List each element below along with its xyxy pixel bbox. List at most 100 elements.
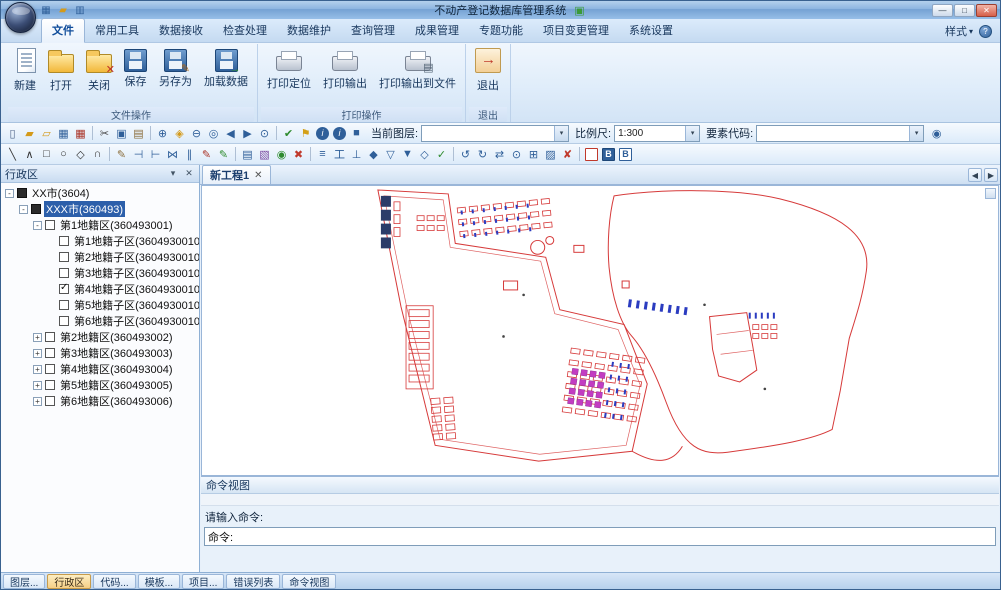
tree-node[interactable]: +第4地籍区(360493004) xyxy=(1,361,199,377)
maximize-button[interactable]: □ xyxy=(954,4,975,17)
undo-icon[interactable]: ↺ xyxy=(457,146,474,162)
pan-icon[interactable]: ◈ xyxy=(171,125,188,141)
ribbon-tab-data-receive[interactable]: 数据接收 xyxy=(149,19,213,42)
ribbon-tab-check-process[interactable]: 检查处理 xyxy=(213,19,277,42)
move-icon[interactable]: ⇄ xyxy=(491,146,508,162)
tab-scroll-right-icon[interactable]: ▶ xyxy=(984,168,998,182)
close-button[interactable]: ✕ xyxy=(976,4,997,17)
save-icon[interactable]: ▦ xyxy=(55,125,72,141)
snap-vertex-icon[interactable]: ▽ xyxy=(382,146,399,162)
boundary-color-swatch[interactable] xyxy=(585,148,598,161)
draw-polygon-icon[interactable]: ◇ xyxy=(72,146,89,162)
tree-node[interactable]: +第3地籍区(360493003) xyxy=(1,345,199,361)
tree-checkbox[interactable] xyxy=(59,268,69,278)
tree-node[interactable]: 第4地籍子区(360493001004) xyxy=(1,281,199,297)
tree-checkbox[interactable] xyxy=(59,284,69,294)
node-edit-icon[interactable]: ✎ xyxy=(113,146,130,162)
draw-arc-icon[interactable]: ∩ xyxy=(89,146,106,162)
print-to-file-button[interactable]: ▤打印输出到文件 xyxy=(373,44,462,92)
status-tab-projects[interactable]: 项目... xyxy=(182,574,224,589)
ribbon-tab-project-change[interactable]: 项目变更管理 xyxy=(533,19,619,42)
extend-icon[interactable]: ⊣ xyxy=(130,146,147,162)
zoom-window-icon[interactable]: ⊙ xyxy=(256,125,273,141)
scale-combo[interactable]: 1:300 ▾ xyxy=(614,125,700,142)
new-button[interactable]: 新建 xyxy=(8,44,42,94)
tree-node[interactable]: 第5地籍子区(360493001005) xyxy=(1,297,199,313)
application-menu-orb[interactable] xyxy=(5,2,36,33)
tree-node[interactable]: -第1地籍区(360493001) xyxy=(1,217,199,233)
tree-checkbox[interactable] xyxy=(45,220,55,230)
paste-icon[interactable]: ▤ xyxy=(130,125,147,141)
zoom-out-icon[interactable]: ⊖ xyxy=(188,125,205,141)
expand-icon[interactable]: + xyxy=(33,365,42,374)
map-canvas[interactable] xyxy=(201,185,999,476)
status-tab-admin-region[interactable]: 行政区 xyxy=(47,574,91,589)
document-tab[interactable]: 新工程1 ✕ xyxy=(202,165,271,184)
rotate-icon[interactable]: ⊙ xyxy=(508,146,525,162)
open-quick-icon[interactable]: ▰ xyxy=(56,3,70,17)
feature-code-combo[interactable]: ▾ xyxy=(756,125,924,142)
exit-button[interactable]: 退出 xyxy=(469,44,507,94)
tree-node[interactable]: -XX市(3604) xyxy=(1,185,199,201)
hatch-icon[interactable]: ▨ xyxy=(542,146,559,162)
split-icon[interactable]: ⋈ xyxy=(164,146,181,162)
tab-scroll-left-icon[interactable]: ◀ xyxy=(968,168,982,182)
tree-node[interactable]: 第6地籍子区(360493001006) xyxy=(1,313,199,329)
ribbon-tab-thematic[interactable]: 专题功能 xyxy=(469,19,533,42)
tree-checkbox[interactable] xyxy=(45,396,55,406)
ribbon-tab-data-maintain[interactable]: 数据维护 xyxy=(277,19,341,42)
zoom-in-icon[interactable]: ⊕ xyxy=(154,125,171,141)
status-tab-layers[interactable]: 图层... xyxy=(3,574,45,589)
load-data-button[interactable]: →加载数据 xyxy=(198,44,254,90)
tree-checkbox[interactable] xyxy=(45,364,55,374)
panel-close-icon[interactable]: ✕ xyxy=(183,168,195,180)
tree-checkbox[interactable] xyxy=(59,252,69,262)
validate-icon[interactable]: ✔ xyxy=(280,125,297,141)
collapse-icon[interactable]: - xyxy=(33,221,42,230)
grid-icon[interactable]: ⊞ xyxy=(525,146,542,162)
style-icon[interactable]: ▧ xyxy=(256,146,273,162)
save-button[interactable]: 保存 xyxy=(118,44,153,90)
zoom-extent-icon[interactable]: ◎ xyxy=(205,125,222,141)
tree-checkbox[interactable] xyxy=(45,380,55,390)
open-button[interactable]: 打开 xyxy=(42,44,80,94)
grid-menu-icon[interactable]: ▦ xyxy=(39,3,53,17)
tree-checkbox[interactable] xyxy=(59,236,69,246)
region-icon[interactable]: ◉ xyxy=(273,146,290,162)
collapse-icon[interactable]: - xyxy=(19,205,28,214)
print-locate-button[interactable]: 打印定位 xyxy=(261,44,317,92)
stop-icon[interactable]: ■ xyxy=(348,125,365,141)
edit-green-icon[interactable]: ✎ xyxy=(215,146,232,162)
draw-ellipse-icon[interactable]: ○ xyxy=(55,146,72,162)
ribbon-tab-common-tools[interactable]: 常用工具 xyxy=(85,19,149,42)
chevron-down-icon[interactable]: ▾ xyxy=(167,168,179,180)
close-button[interactable]: ✕关闭 xyxy=(80,44,118,94)
blue-outline-swatch[interactable]: B xyxy=(619,148,632,161)
fill-icon[interactable]: ◆ xyxy=(365,146,382,162)
expand-icon[interactable]: + xyxy=(33,349,42,358)
tree-checkbox[interactable] xyxy=(31,204,41,214)
search-code-icon[interactable]: ◉ xyxy=(928,125,945,141)
expand-icon[interactable]: + xyxy=(33,397,42,406)
tree-checkbox[interactable] xyxy=(59,316,69,326)
status-tab-templates[interactable]: 模板... xyxy=(138,574,180,589)
cut-icon[interactable]: ✂ xyxy=(96,125,113,141)
chevron-down-icon[interactable]: ▾ xyxy=(909,126,923,141)
parallel-icon[interactable]: ∥ xyxy=(181,146,198,162)
expand-icon[interactable]: + xyxy=(33,333,42,342)
ribbon-tab-query-manage[interactable]: 查询管理 xyxy=(341,19,405,42)
print-output-button[interactable]: 打印输出 xyxy=(317,44,373,92)
chevron-down-icon[interactable]: ▾ xyxy=(685,126,699,141)
forward-icon[interactable]: ▶ xyxy=(239,125,256,141)
save-all-icon[interactable]: ▦ xyxy=(72,125,89,141)
status-tab-codes[interactable]: 代码... xyxy=(93,574,135,589)
save-quick-icon[interactable]: ▥ xyxy=(73,3,87,17)
tree-checkbox[interactable] xyxy=(59,300,69,310)
tree-checkbox[interactable] xyxy=(45,348,55,358)
collapse-icon[interactable]: - xyxy=(5,189,14,198)
redo-icon[interactable]: ↻ xyxy=(474,146,491,162)
trim-icon[interactable]: ⊢ xyxy=(147,146,164,162)
tab-close-icon[interactable]: ✕ xyxy=(254,170,262,181)
draw-rect-icon[interactable]: □ xyxy=(38,146,55,162)
open-project-icon[interactable]: ▱ xyxy=(38,125,55,141)
